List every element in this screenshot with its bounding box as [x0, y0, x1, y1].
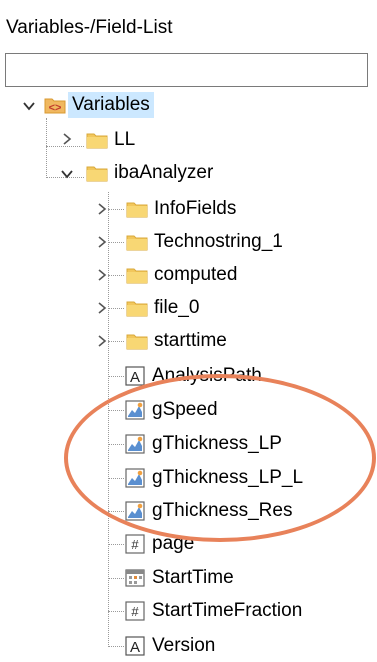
folder-icon: [86, 163, 108, 183]
chevron-right-icon[interactable]: [95, 301, 109, 315]
tree-item-label: gThickness_LP_L: [152, 467, 304, 488]
tree-item-label: ibaAnalyzer: [114, 162, 214, 183]
tree-item-label: Variables: [68, 92, 154, 118]
signal-variable-icon: [124, 434, 146, 454]
tree-item-label: file_0: [154, 297, 200, 318]
folder-icon: [126, 232, 148, 252]
number-variable-icon: [124, 534, 146, 554]
datetime-variable-icon: [124, 568, 146, 588]
tree-item-starttime-folder[interactable]: starttime: [126, 325, 227, 357]
search-input[interactable]: [5, 53, 368, 87]
chevron-right-icon[interactable]: [95, 334, 109, 348]
tree-item-label: Version: [152, 635, 216, 656]
tree-item-technostring[interactable]: Technostring_1: [126, 226, 283, 258]
folder-icon: [126, 265, 148, 285]
tree-item-infofields[interactable]: InfoFields: [126, 193, 236, 225]
tree-item-analysispath[interactable]: AnalysisPath: [124, 360, 262, 392]
text-variable-icon: [124, 636, 146, 656]
folder-icon: [126, 331, 148, 351]
tree-item-label: AnalysisPath: [152, 365, 262, 386]
chevron-down-icon[interactable]: [22, 99, 36, 113]
signal-variable-icon: [124, 468, 146, 488]
chevron-right-icon[interactable]: [95, 202, 109, 216]
tree-item-gthickness-lp-l[interactable]: gThickness_LP_L: [124, 462, 303, 494]
tree-item-variables[interactable]: Variables: [44, 89, 154, 121]
signal-variable-icon: [124, 400, 146, 420]
tree-item-label: InfoFields: [154, 198, 237, 219]
tree-item-starttimefraction[interactable]: StartTimeFraction: [124, 595, 302, 627]
chevron-right-icon[interactable]: [95, 268, 109, 282]
tree-item-label: StartTimeFraction: [152, 600, 303, 621]
number-variable-icon: [124, 601, 146, 621]
folder-icon: [126, 199, 148, 219]
folder-icon: [126, 298, 148, 318]
tree-item-label: computed: [154, 264, 238, 285]
tree-item-label: LL: [114, 129, 136, 150]
tree-item-label: gSpeed: [152, 399, 218, 420]
tree-item-label: page: [152, 533, 195, 554]
variables-tree: Variables LL ibaAnalyzer InfoFields Tech…: [0, 88, 377, 653]
tree-item-ll[interactable]: LL: [86, 124, 135, 156]
chevron-right-icon[interactable]: [60, 132, 74, 146]
tree-item-starttime[interactable]: StartTime: [124, 562, 234, 594]
tree-item-computed[interactable]: computed: [126, 259, 237, 291]
tree-item-gthickness-lp[interactable]: gThickness_LP: [124, 428, 282, 460]
text-variable-icon: [124, 366, 146, 386]
variables-icon: [44, 95, 66, 115]
tree-item-label: StartTime: [152, 567, 234, 588]
tree-item-ibaanalyzer[interactable]: ibaAnalyzer: [86, 157, 213, 189]
tree-item-file-0[interactable]: file_0: [126, 292, 199, 324]
tree-item-page[interactable]: page: [124, 528, 194, 560]
chevron-down-icon[interactable]: [60, 167, 74, 181]
tree-item-label: gThickness_LP: [152, 433, 282, 454]
folder-icon: [86, 130, 108, 150]
tree-item-gthickness-res[interactable]: gThickness_Res: [124, 495, 292, 527]
tree-item-label: Technostring_1: [154, 231, 283, 252]
tree-item-version[interactable]: Version: [124, 630, 215, 662]
panel-title: Variables-/Field-List: [6, 17, 173, 38]
tree-item-gspeed[interactable]: gSpeed: [124, 394, 218, 426]
signal-variable-icon: [124, 501, 146, 521]
tree-item-label: starttime: [154, 330, 227, 351]
chevron-right-icon[interactable]: [95, 235, 109, 249]
tree-item-label: gThickness_Res: [152, 500, 293, 521]
